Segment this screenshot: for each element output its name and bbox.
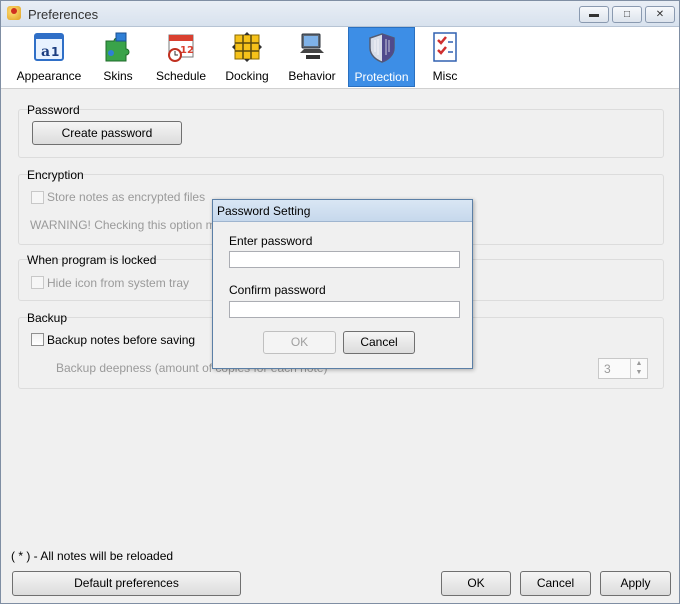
preferences-window: Preferences ▬ □ ✕ a 1 Appearance Skins 1… (0, 0, 680, 604)
encryption-group-label: Encryption (27, 168, 84, 182)
tab-protection-label: Protection (354, 70, 409, 84)
locked-group-label: When program is locked (27, 253, 157, 267)
cancel-button[interactable]: Cancel (520, 571, 591, 596)
tab-appearance-label: Appearance (16, 69, 82, 83)
dialog-ok-button[interactable]: OK (263, 331, 336, 354)
puzzle-icon (105, 32, 130, 62)
computer-icon (300, 33, 324, 59)
password-setting-dialog: Password Setting Enter password Confirm … (212, 199, 473, 369)
hide-tray-icon-label: Hide icon from system tray (47, 276, 190, 290)
svg-text:a: a (41, 44, 50, 60)
create-password-button[interactable]: Create password (32, 121, 182, 145)
minimize-button[interactable]: ▬ (579, 6, 609, 23)
svg-text:1: 1 (51, 45, 59, 59)
svg-text:12: 12 (180, 45, 194, 56)
spinner-arrows[interactable]: ▲ ▼ (630, 359, 647, 378)
confirm-password-input[interactable] (229, 301, 460, 318)
password-group-label: Password (27, 103, 80, 117)
reload-note: ( * ) - All notes will be reloaded (11, 549, 174, 563)
maximize-button[interactable]: □ (612, 6, 642, 23)
window-title: Preferences (28, 7, 99, 22)
backup-group-label: Backup (27, 311, 68, 325)
tab-schedule-label: Schedule (155, 69, 207, 83)
tab-protection[interactable]: Protection (348, 27, 415, 87)
encryption-warning: WARNING! Checking this option ma (30, 218, 223, 232)
tab-docking-label: Docking (225, 69, 269, 83)
encrypt-notes-label: Store notes as encrypted files (47, 190, 206, 204)
dialog-title: Password Setting (213, 200, 472, 222)
calendar-clock-icon: 12 (168, 34, 194, 62)
docking-grid-icon (232, 32, 262, 62)
enter-password-label: Enter password (229, 234, 313, 248)
close-button[interactable]: ✕ (645, 6, 675, 23)
tab-docking[interactable]: Docking (219, 27, 275, 87)
enter-password-input[interactable] (229, 251, 460, 268)
tab-misc-label: Misc (432, 69, 458, 83)
backup-deepness-value: 3 (604, 362, 611, 376)
backup-before-saving-checkbox[interactable] (31, 333, 44, 346)
backup-before-saving-label: Backup notes before saving (47, 333, 196, 347)
apply-button[interactable]: Apply (600, 571, 671, 596)
tab-misc[interactable]: Misc (421, 27, 469, 87)
tab-behavior-label: Behavior (288, 69, 336, 83)
tab-skins[interactable]: Skins (91, 27, 145, 87)
default-preferences-button[interactable]: Default preferences (12, 571, 241, 596)
ok-button[interactable]: OK (441, 571, 511, 596)
tab-behavior[interactable]: Behavior (283, 27, 341, 87)
preferences-toolbar: a 1 Appearance Skins 12 Schedule Docking… (1, 27, 679, 89)
app-icon (7, 6, 21, 20)
tab-schedule[interactable]: 12 Schedule (151, 27, 211, 87)
checklist-icon (433, 32, 457, 62)
confirm-password-label: Confirm password (229, 283, 326, 297)
encrypt-notes-checkbox[interactable] (31, 191, 44, 204)
appearance-icon: a 1 (34, 33, 64, 61)
hide-tray-icon-checkbox[interactable] (31, 276, 44, 289)
shield-icon (368, 33, 395, 63)
backup-deepness-spinner[interactable]: 3 ▲ ▼ (598, 358, 648, 379)
spin-down-icon[interactable]: ▼ (636, 369, 643, 376)
dialog-cancel-button[interactable]: Cancel (343, 331, 415, 354)
spin-up-icon[interactable]: ▲ (636, 360, 643, 367)
title-bar: Preferences ▬ □ ✕ (1, 1, 679, 27)
tab-skins-label: Skins (103, 69, 133, 83)
tab-appearance[interactable]: a 1 Appearance (13, 27, 85, 87)
